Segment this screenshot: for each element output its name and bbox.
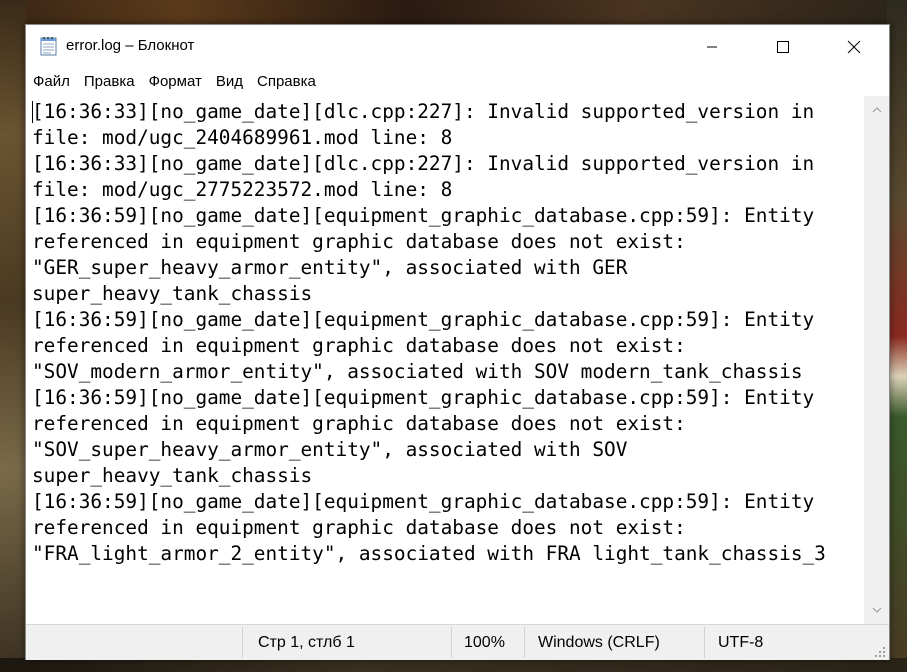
text-line: [16:36:33][no_game_date][dlc.cpp:227]: I… [32,100,815,123]
status-bar: Стр 1, стлб 1 100% Windows (CRLF) UTF-8 [26,624,889,660]
desktop-background-right [887,0,907,672]
text-line: [16:36:59][no_game_date][equipment_graph… [32,490,815,513]
desktop-background-top [0,0,907,26]
title-bar[interactable]: error.log – Блокнот [26,25,889,69]
line-ending: Windows (CRLF) [538,634,660,651]
menu-help[interactable]: Справка [250,69,323,95]
text-line: [16:36:59][no_game_date][equipment_graph… [32,308,815,331]
maximize-button[interactable] [760,25,806,69]
minimize-icon [707,46,717,48]
text-line: [16:36:33][no_game_date][dlc.cpp:227]: I… [32,152,815,175]
text-line: referenced in equipment graphic database… [32,412,686,435]
status-divider [704,627,705,658]
notepad-window: error.log – Блокнот Файл Правка Формат В… [25,24,890,660]
editor-text[interactable]: [16:36:33][no_game_date][dlc.cpp:227]: I… [26,96,864,567]
status-divider [524,627,525,658]
menu-file[interactable]: Файл [26,69,77,95]
text-line: file: mod/ugc_2775223572.mod line: 8 [32,178,453,201]
menu-view[interactable]: Вид [209,69,250,95]
text-line: referenced in equipment graphic database… [32,334,686,357]
menu-edit[interactable]: Правка [77,69,142,95]
chevron-up-icon [872,107,881,113]
resize-grip-icon[interactable] [874,645,886,657]
status-divider [242,627,243,658]
text-line: [16:36:59][no_game_date][equipment_graph… [32,204,815,227]
desktop-background-left [0,0,26,672]
text-line: super_heavy_tank_chassis [32,282,313,305]
text-line: "SOV_super_heavy_armor_entity", associat… [32,438,628,461]
text-line: super_heavy_tank_chassis [32,464,313,487]
text-line: "FRA_light_armor_2_entity", associated w… [32,542,826,565]
encoding: UTF-8 [718,634,764,651]
text-caret [32,101,33,123]
scroll-up-button[interactable] [864,100,889,120]
maximize-icon [777,41,789,53]
text-line: referenced in equipment graphic database… [32,230,686,253]
text-line: referenced in equipment graphic database… [32,516,686,539]
zoom-level: 100% [464,634,505,651]
text-line: [16:36:59][no_game_date][equipment_graph… [32,386,815,409]
text-editor[interactable]: [16:36:33][no_game_date][dlc.cpp:227]: I… [26,96,864,624]
vertical-scrollbar[interactable] [864,96,889,624]
notepad-icon[interactable] [38,35,60,57]
chevron-down-icon [872,607,881,613]
close-button[interactable] [831,25,877,69]
scroll-down-button[interactable] [864,600,889,620]
text-line: file: mod/ugc_2404689961.mod line: 8 [32,126,453,149]
text-line: "SOV_modern_armor_entity", associated wi… [32,360,803,383]
desktop-background-bottom [0,658,907,672]
status-divider [451,627,452,658]
menu-format[interactable]: Формат [142,69,209,95]
cursor-position: Стр 1, стлб 1 [258,634,355,651]
text-line: "GER_super_heavy_armor_entity", associat… [32,256,628,279]
menu-bar: Файл Правка Формат Вид Справка [26,69,889,95]
window-title: error.log – Блокнот [66,37,195,54]
minimize-button[interactable] [689,25,735,69]
close-icon [847,40,861,54]
